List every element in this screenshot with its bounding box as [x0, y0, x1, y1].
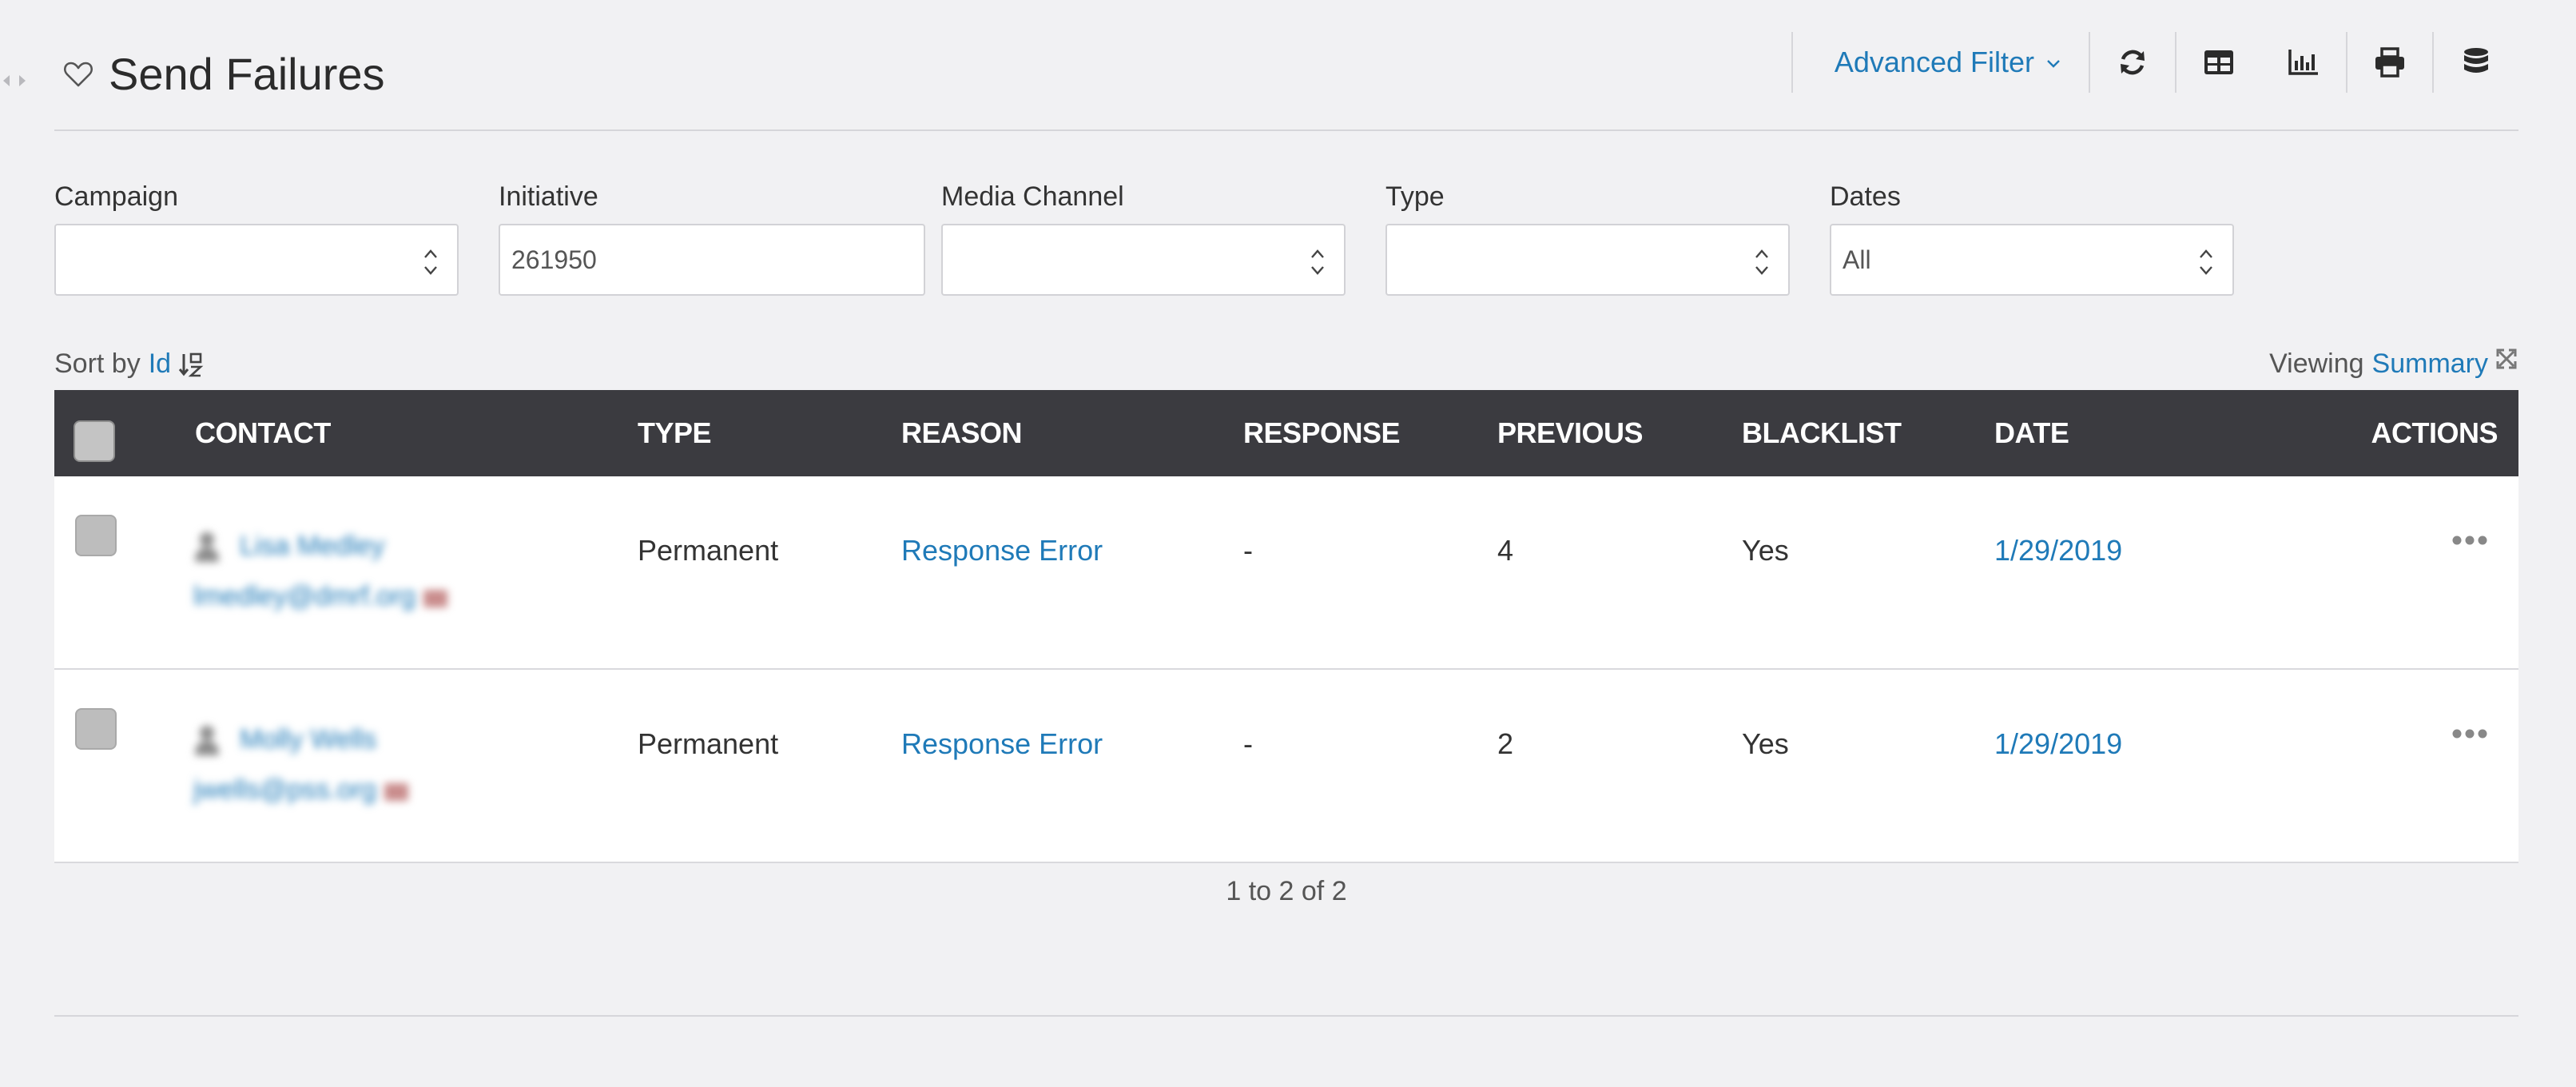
- dates-filter: Dates All: [1830, 181, 2234, 296]
- row-checkbox[interactable]: [75, 515, 117, 556]
- type-label: Type: [1385, 181, 1445, 212]
- response-cell: -: [1243, 727, 1253, 760]
- chart-icon: [2288, 50, 2318, 75]
- table-header: CONTACT TYPE REASON RESPONSE PREVIOUS BL…: [54, 390, 2518, 476]
- column-header-date[interactable]: DATE: [1994, 390, 2069, 476]
- print-icon: [2375, 47, 2404, 78]
- contact-email: lmedley@dmrf.org: [193, 581, 416, 612]
- contact-cell: Molly Wells jwells@pss.org: [193, 721, 409, 806]
- view-mode-link[interactable]: Summary: [2372, 348, 2488, 380]
- column-header-reason[interactable]: REASON: [901, 390, 1023, 476]
- date-link[interactable]: 1/29/2019: [1994, 515, 2122, 587]
- sort-direction-icon[interactable]: [177, 351, 205, 378]
- column-header-previous[interactable]: PREVIOUS: [1497, 390, 1644, 476]
- bottom-divider: [54, 1015, 2518, 1017]
- initiative-filter: Initiative 261950: [499, 181, 925, 296]
- column-header-response[interactable]: RESPONSE: [1243, 390, 1401, 476]
- column-header-actions: ACTIONS: [2371, 416, 2498, 449]
- toolbar: Advanced Filter: [1791, 32, 2518, 93]
- column-header-blacklist[interactable]: BLACKLIST: [1742, 390, 1902, 476]
- send-failures-table: CONTACT TYPE REASON RESPONSE PREVIOUS BL…: [54, 390, 2518, 863]
- more-actions-icon[interactable]: [2451, 534, 2488, 547]
- contact-cell: Lisa Medley lmedley@dmrf.org: [193, 528, 448, 612]
- print-button[interactable]: [2347, 32, 2432, 93]
- table-row: Lisa Medley lmedley@dmrf.org Permanent R…: [54, 476, 2518, 670]
- blacklist-cell: Yes: [1742, 534, 1789, 567]
- viewing-prefix: Viewing: [2269, 348, 2364, 379]
- media-channel-filter: Media Channel: [941, 181, 1346, 296]
- blacklist-cell: Yes: [1742, 727, 1789, 760]
- select-arrows-icon: [1755, 249, 1768, 275]
- pagination-summary: 1 to 2 of 2: [1226, 876, 1347, 906]
- previous-cell: 2: [1497, 727, 1514, 760]
- contact-email-link[interactable]: lmedley@dmrf.org: [193, 581, 448, 612]
- table-row: Molly Wells jwells@pss.org Permanent Res…: [54, 670, 2518, 863]
- refresh-button[interactable]: [2090, 32, 2175, 93]
- reason-link[interactable]: Response Error: [901, 708, 1103, 780]
- more-actions-icon[interactable]: [2451, 727, 2488, 740]
- contact-name-link[interactable]: Molly Wells: [240, 724, 376, 755]
- refresh-icon: [2121, 50, 2145, 75]
- type-cell: Permanent: [638, 534, 779, 567]
- page-header: Send Failures Advanced Filter: [54, 32, 2518, 131]
- dates-value: All: [1843, 245, 1871, 274]
- sort-bar: Sort by Id Viewing Summary: [54, 348, 2518, 388]
- chart-view-button[interactable]: [2261, 32, 2346, 93]
- campaign-label: Campaign: [54, 181, 178, 212]
- contact-email: jwells@pss.org: [193, 774, 377, 806]
- initiative-label: Initiative: [499, 181, 598, 212]
- dates-select[interactable]: All: [1830, 224, 2234, 296]
- contact-email-link[interactable]: jwells@pss.org: [193, 774, 409, 806]
- select-arrows-icon: [2200, 249, 2212, 275]
- campaign-filter: Campaign: [54, 181, 459, 296]
- row-checkbox[interactable]: [75, 708, 117, 750]
- campaign-select[interactable]: [54, 224, 459, 296]
- advanced-filter-label: Advanced Filter: [1834, 46, 2034, 78]
- media-channel-label: Media Channel: [941, 181, 1124, 212]
- table-view-button[interactable]: [2176, 32, 2261, 93]
- type-cell: Permanent: [638, 727, 779, 760]
- contact-avatar-icon: [195, 726, 219, 756]
- table-view-icon: [2204, 50, 2233, 74]
- database-button[interactable]: [2434, 32, 2518, 93]
- column-header-type[interactable]: TYPE: [638, 390, 712, 476]
- type-filter: Type: [1385, 181, 1790, 296]
- expand-icon[interactable]: [2495, 347, 2518, 371]
- previous-cell: 4: [1497, 534, 1514, 567]
- sidebar-collapse-icon[interactable]: [0, 69, 30, 93]
- select-arrows-icon: [1311, 249, 1324, 275]
- select-all-checkbox[interactable]: [74, 420, 115, 462]
- sort-field-link[interactable]: Id: [149, 348, 171, 380]
- page-title: Send Failures: [109, 49, 385, 99]
- select-arrows-icon: [424, 249, 437, 275]
- response-cell: -: [1243, 534, 1253, 567]
- initiative-value: 261950: [511, 245, 597, 274]
- initiative-input[interactable]: 261950: [499, 224, 925, 296]
- dates-label: Dates: [1830, 181, 1901, 212]
- column-header-contact[interactable]: CONTACT: [195, 390, 331, 476]
- contact-name-link[interactable]: Lisa Medley: [240, 531, 384, 561]
- filter-bar: Campaign Initiative 261950 Media Channel…: [54, 181, 2274, 296]
- chevron-down-icon: [2047, 60, 2060, 68]
- contact-avatar-icon: [195, 532, 219, 563]
- database-icon: [2464, 48, 2488, 73]
- sort-prefix: Sort by: [54, 348, 141, 379]
- advanced-filter-button[interactable]: Advanced Filter: [1793, 32, 2089, 93]
- envelope-icon: [384, 782, 409, 801]
- heart-icon[interactable]: [62, 58, 94, 90]
- date-link[interactable]: 1/29/2019: [1994, 708, 2122, 780]
- media-channel-select[interactable]: [941, 224, 1346, 296]
- type-select[interactable]: [1385, 224, 1790, 296]
- reason-link[interactable]: Response Error: [901, 515, 1103, 587]
- envelope-icon: [423, 589, 448, 607]
